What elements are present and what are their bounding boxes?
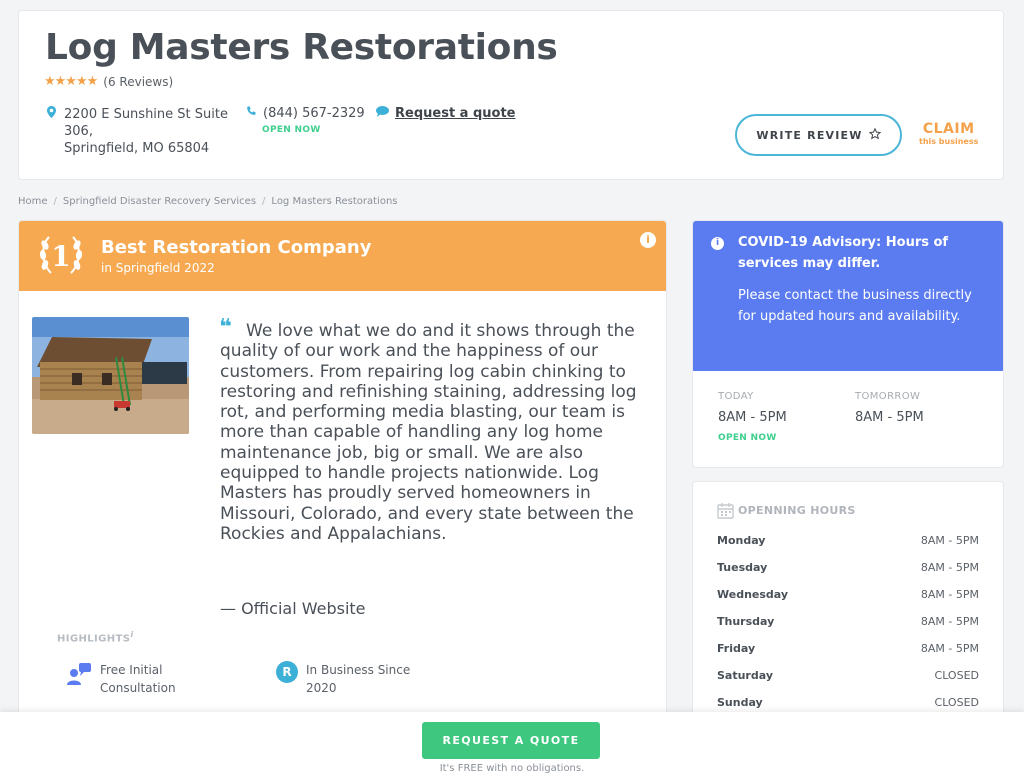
reviews-count[interactable]: (6 Reviews): [103, 75, 173, 89]
quote-attribution: — Official Website: [220, 599, 366, 618]
day-hours: 8AM - 5PM: [920, 642, 979, 655]
request-quote-link[interactable]: Request a quote: [376, 106, 516, 121]
hours-row: Wednesday 8AM - 5PM: [717, 588, 979, 615]
day-hours: 8AM - 5PM: [920, 615, 979, 628]
today-status: OPEN NOW: [718, 433, 777, 443]
day-name: Monday: [717, 534, 766, 547]
phone-icon: [246, 106, 257, 121]
open-status: OPEN NOW: [262, 125, 321, 135]
today-time: 8AM - 5PM: [718, 410, 787, 425]
breadcrumb-category[interactable]: Springfield Disaster Recovery Services: [63, 196, 256, 207]
laurel-badge-icon: 1: [39, 236, 83, 274]
address-line1: 2200 E Sunshine St Suite: [64, 107, 228, 122]
claim-business-link[interactable]: CLAIM this business: [919, 121, 978, 146]
star-outline-icon: [868, 127, 881, 143]
day-hours: 8AM - 5PM: [920, 561, 979, 574]
highlights-title: HIGHLIGHTSi: [57, 629, 134, 645]
highlight-free-consultation: Free Initial Consultation: [66, 661, 176, 697]
tomorrow-hours: TOMORROW 8AM - 5PM: [855, 391, 924, 425]
covid-title: COVID-19 Advisory: Hours of services may…: [738, 235, 949, 271]
award-rank: 1: [51, 240, 70, 273]
day-hours: CLOSED: [934, 669, 979, 682]
breadcrumb-separator: /: [53, 196, 57, 207]
address-line2: 306,: [64, 124, 93, 139]
business-header: Log Masters Restorations ★★★★★ (6 Review…: [18, 10, 1004, 180]
hours-row: Saturday CLOSED: [717, 669, 979, 696]
address-line3: Springfield, MO 65804: [64, 141, 210, 156]
phone-number[interactable]: (844) 567-2329: [263, 106, 365, 121]
chat-bubble-icon: [376, 106, 389, 121]
business-description: We love what we do and it shows through …: [220, 321, 637, 544]
hours-row: Friday 8AM - 5PM: [717, 642, 979, 669]
day-name: Tuesday: [717, 561, 768, 574]
request-quote-button[interactable]: REQUEST A QUOTE: [422, 722, 600, 759]
breadcrumb-home[interactable]: Home: [18, 196, 48, 207]
award-banner: 1 Best Restoration Company in Springfiel…: [19, 221, 666, 291]
business-name: Log Masters Restorations: [45, 27, 558, 68]
breadcrumb-current: Log Masters Restorations: [271, 196, 398, 207]
highlight-in-business-since: R In Business Since 2020: [276, 661, 410, 697]
phone[interactable]: (844) 567-2329: [246, 106, 365, 121]
hours-row: Monday 8AM - 5PM: [717, 534, 979, 561]
consultation-icon: [67, 663, 91, 685]
opening-hours-title: OPENNING HOURS: [738, 504, 856, 517]
tomorrow-time: 8AM - 5PM: [855, 410, 924, 425]
write-review-label: WRITE REVIEW: [756, 128, 863, 142]
award-subtitle: in Springfield 2022: [101, 261, 215, 275]
tomorrow-label: TOMORROW: [855, 391, 921, 402]
breadcrumb: Home / Springfield Disaster Recovery Ser…: [18, 196, 398, 207]
today-hours: TODAY 8AM - 5PM OPEN NOW: [718, 391, 787, 443]
claim-sub-label: this business: [919, 137, 979, 146]
covid-body: Please contact the business directly for…: [738, 288, 972, 324]
hours-list: Monday 8AM - 5PM Tuesday 8AM - 5PM Wednesd…: [717, 534, 979, 720]
opening-hours-header: OPENNING HOURS: [717, 502, 856, 519]
today-label: TODAY: [718, 391, 754, 402]
calendar-icon: [717, 503, 734, 519]
business-photo[interactable]: [32, 317, 189, 434]
info-icon[interactable]: i: [640, 232, 656, 248]
cta-subtext: It's FREE with no obligations.: [439, 763, 585, 774]
covid-banner: i COVID-19 Advisory: Hours of services m…: [693, 221, 1003, 371]
address: 2200 E Sunshine St Suite 306, Springfiel…: [47, 106, 228, 157]
highlight-2-line1: In Business Since: [306, 663, 411, 677]
highlight-2-line2: 2020: [306, 681, 337, 695]
highlight-1-line1: Free Initial: [100, 663, 163, 677]
day-hours: 8AM - 5PM: [920, 534, 979, 547]
write-review-button[interactable]: WRITE REVIEW: [735, 114, 902, 156]
sticky-cta-bar: REQUEST A QUOTE It's FREE with no obliga…: [0, 712, 1024, 779]
day-hours: 8AM - 5PM: [920, 588, 979, 601]
highlight-1-line2: Consultation: [100, 681, 176, 695]
award-title: Best Restoration Company: [101, 237, 372, 258]
map-pin-icon: [47, 106, 56, 157]
opening-hours-card: OPENNING HOURS Monday 8AM - 5PM Tuesday 8A…: [692, 481, 1004, 721]
day-name: Thursday: [717, 615, 775, 628]
main-content-card: 1 Best Restoration Company in Springfiel…: [18, 220, 667, 720]
claim-label: CLAIM: [922, 121, 975, 137]
day-name: Friday: [717, 642, 756, 655]
r-badge-icon: R: [276, 661, 298, 683]
day-name: Saturday: [717, 669, 773, 682]
breadcrumb-separator: /: [262, 196, 266, 207]
hours-row: Thursday 8AM - 5PM: [717, 615, 979, 642]
hours-row: Tuesday 8AM - 5PM: [717, 561, 979, 588]
info-icon: i: [711, 237, 724, 250]
day-name: Wednesday: [717, 588, 789, 601]
star-rating-icon: ★★★★★: [44, 74, 98, 89]
covid-advisory-card: i COVID-19 Advisory: Hours of services m…: [692, 220, 1004, 468]
request-quote-label[interactable]: Request a quote: [395, 106, 516, 121]
rating[interactable]: ★★★★★ (6 Reviews): [44, 74, 173, 89]
